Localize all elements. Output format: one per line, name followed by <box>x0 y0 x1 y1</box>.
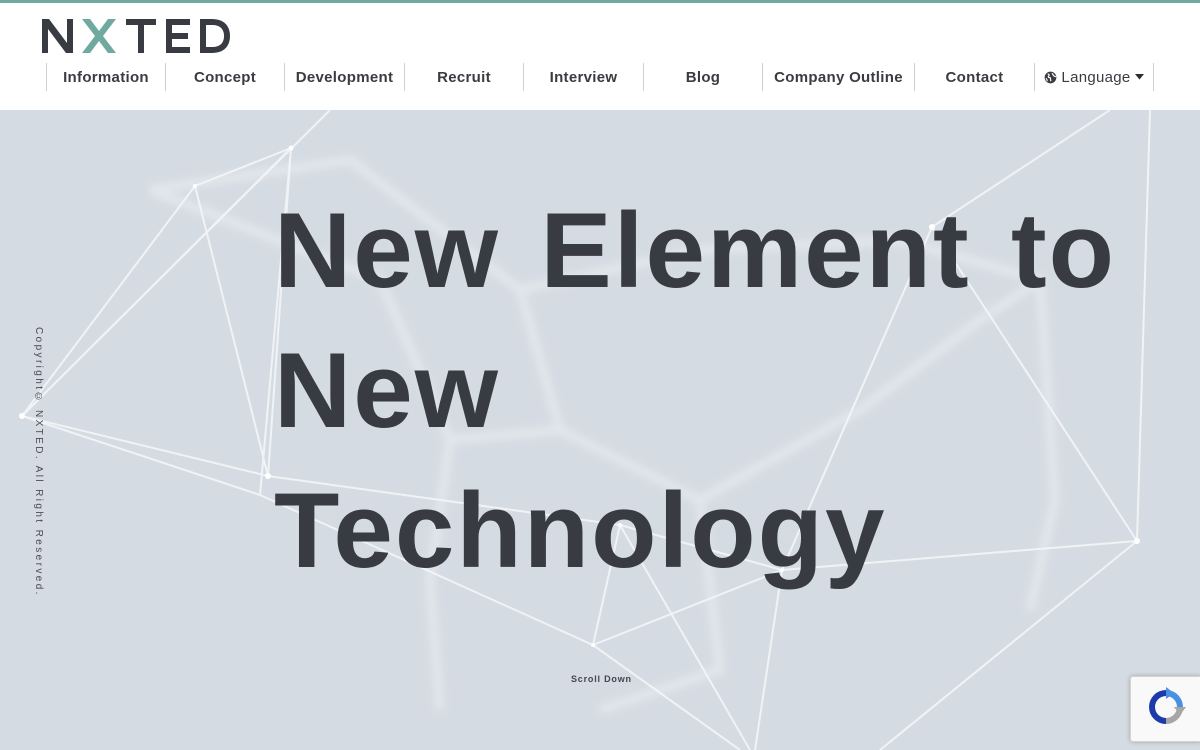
nav-label: Company Outline <box>774 68 903 86</box>
hero-section: New Element to New Technology Copyright©… <box>0 110 1200 750</box>
globe-icon <box>1044 71 1057 84</box>
recaptcha-badge[interactable] <box>1130 676 1200 742</box>
nav-label: Blog <box>685 68 721 86</box>
nav-label: Concept <box>193 68 257 86</box>
headline-line-2: New Technology <box>274 330 887 590</box>
nav-information[interactable]: Information <box>46 63 165 91</box>
nav-recruit[interactable]: Recruit <box>404 63 523 91</box>
hero-headline: New Element to New Technology <box>274 180 1124 600</box>
language-label: Language <box>1061 68 1131 86</box>
nxted-logo[interactable] <box>42 17 232 55</box>
recaptcha-icon <box>1144 685 1188 734</box>
headline-word: New <box>274 190 501 310</box>
nav-label: Contact <box>945 68 1004 86</box>
nav-development[interactable]: Development <box>284 63 404 91</box>
nav-concept[interactable]: Concept <box>165 63 284 91</box>
nav-label: Development <box>295 68 394 86</box>
nav-label: Information <box>63 68 149 86</box>
language-dropdown[interactable]: Language <box>1034 63 1154 91</box>
nav-blog[interactable]: Blog <box>643 63 762 91</box>
headline-word: Element <box>540 190 971 310</box>
caret-down-icon <box>1134 74 1144 80</box>
nav-contact[interactable]: Contact <box>914 63 1034 91</box>
nav-company-outline[interactable]: Company Outline <box>762 63 914 91</box>
headline-word: to <box>1010 190 1116 310</box>
nav-label: Interview <box>549 68 618 86</box>
nav-interview[interactable]: Interview <box>523 63 643 91</box>
site-header: Information Concept Development Recruit … <box>0 3 1200 110</box>
nav-label: Recruit <box>437 68 491 86</box>
scroll-down-link[interactable]: Scroll Down <box>571 674 632 684</box>
main-nav: Information Concept Development Recruit … <box>46 63 1154 93</box>
copyright-text: Copyright© NXTED. All Right Reserved. <box>33 327 44 597</box>
